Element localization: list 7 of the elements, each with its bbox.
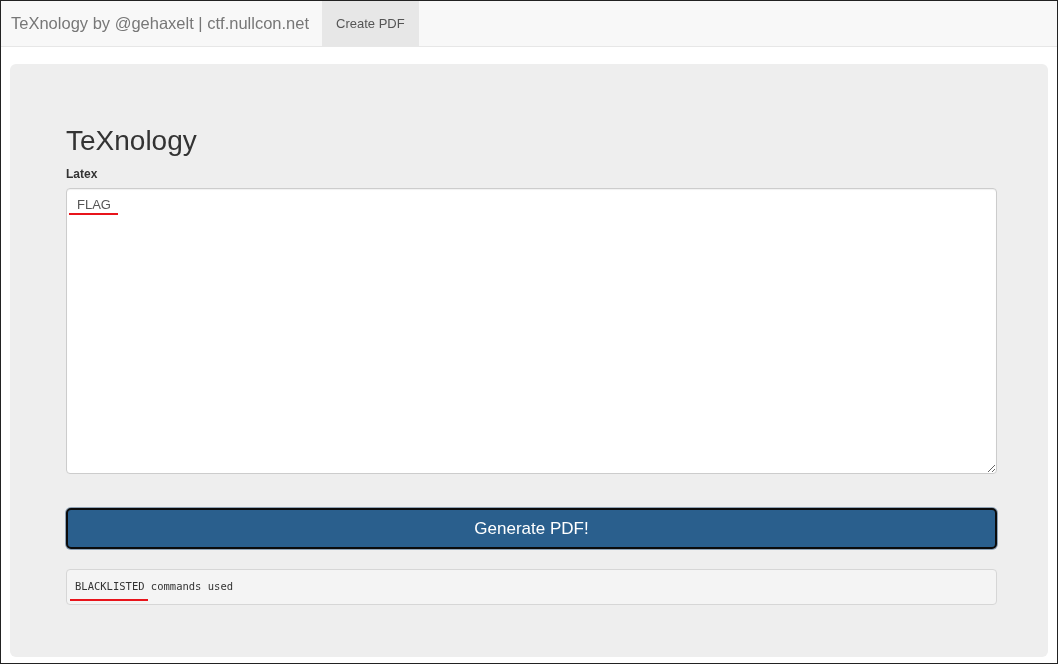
brand-link[interactable]: TeXnology by @gehaxelt | ctf.nullcon.net: [1, 1, 323, 46]
generate-button[interactable]: Generate PDF!: [66, 508, 997, 549]
nav-link[interactable]: Create PDF: [322, 1, 419, 46]
output-text: BLACKLISTED commands used: [75, 579, 234, 593]
field-label: Latex: [66, 167, 98, 181]
latex-input-field[interactable]: FLAG: [66, 188, 997, 474]
page-title: TeXnology: [66, 124, 197, 157]
